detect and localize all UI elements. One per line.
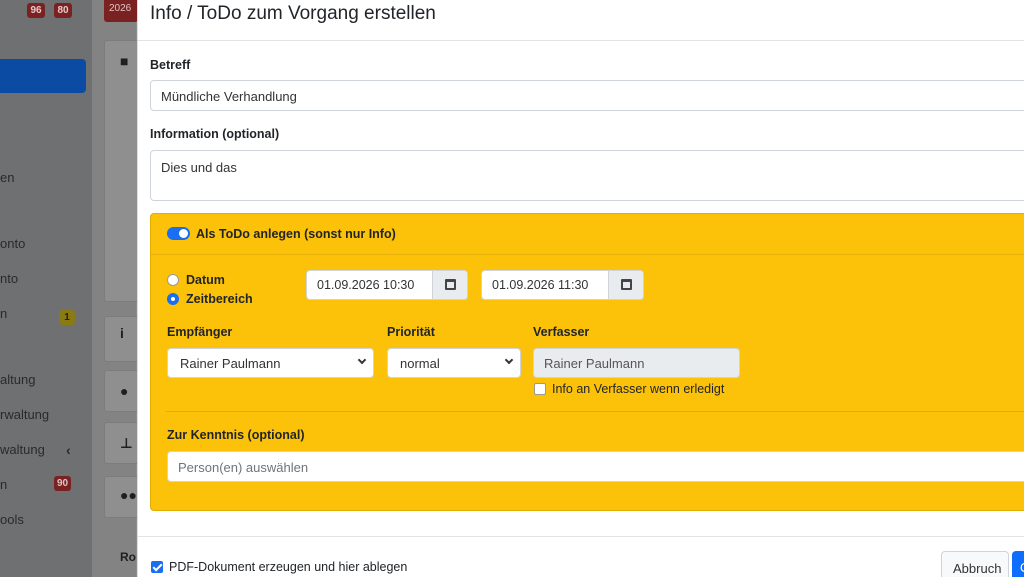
confirm-button[interactable]: O bbox=[1012, 551, 1024, 577]
info-icon: i bbox=[120, 325, 124, 341]
todo-toggle-label: Als ToDo anlegen (sonst nur Info) bbox=[196, 227, 396, 241]
sidebar-item-label: rwaltung bbox=[0, 407, 50, 422]
recipient-label: Empfänger bbox=[167, 325, 233, 339]
cancel-button[interactable]: Abbruch bbox=[941, 551, 1009, 577]
sidebar-item-label: onto bbox=[0, 236, 26, 251]
subject-label: Betreff bbox=[150, 58, 191, 72]
modal-header: Info / ToDo zum Vorgang erstellen bbox=[138, 0, 1024, 41]
info-circle-icon: ● bbox=[120, 383, 129, 399]
background-date-chip: 2026 bbox=[104, 0, 138, 22]
radio-date[interactable] bbox=[167, 274, 179, 286]
chevron-left-icon: ‹ bbox=[66, 442, 71, 458]
pdf-checkbox-label: PDF-Dokument erzeugen und hier ablegen bbox=[169, 560, 408, 574]
users-icon: ●● bbox=[120, 487, 137, 503]
chevron-down-icon bbox=[504, 355, 514, 365]
start-datetime-value: 01.09.2026 10:30 bbox=[317, 278, 415, 292]
background-row-label: Ro bbox=[120, 550, 136, 564]
priority-value: normal bbox=[400, 356, 440, 371]
background-sidebar: 96 80 en onto nto n 1 altung rwaltung wa… bbox=[0, 0, 92, 577]
notify-author-label: Info an Verfasser wenn erledigt bbox=[552, 382, 725, 396]
sidebar-active-item bbox=[0, 59, 86, 93]
sidebar-item-label: nto bbox=[0, 271, 19, 286]
modal-footer: PDF-Dokument erzeugen und hier ablegen A… bbox=[138, 536, 1024, 577]
author-label: Verfasser bbox=[533, 325, 590, 339]
subject-input[interactable]: Mündliche Verhandlung bbox=[150, 80, 1024, 111]
calendar-icon bbox=[621, 279, 632, 290]
cc-placeholder: Person(en) auswählen bbox=[178, 460, 309, 475]
notify-author-checkbox[interactable] bbox=[534, 383, 546, 395]
todo-toggle-switch[interactable] bbox=[167, 227, 190, 240]
start-datetime-field[interactable]: 01.09.2026 10:30 bbox=[306, 270, 468, 300]
sidebar-item-label: ools bbox=[0, 512, 24, 527]
sidebar-item-label: en bbox=[0, 170, 15, 185]
radio-time-range-label: Zeitbereich bbox=[186, 292, 253, 306]
divider bbox=[166, 411, 1024, 412]
start-calendar-button[interactable] bbox=[432, 271, 467, 299]
end-calendar-button[interactable] bbox=[608, 271, 643, 299]
end-datetime-value: 01.09.2026 11:30 bbox=[492, 278, 589, 292]
chevron-down-icon bbox=[357, 355, 367, 365]
sitemap-icon: ⊥ bbox=[120, 435, 133, 451]
cc-person-input[interactable]: Person(en) auswählen bbox=[167, 451, 1024, 482]
calendar-icon bbox=[445, 279, 456, 290]
todo-panel: Als ToDo anlegen (sonst nur Info) Datum … bbox=[150, 213, 1024, 511]
sidebar-item-label: n bbox=[0, 477, 8, 492]
radio-time-range[interactable] bbox=[167, 293, 179, 305]
todo-panel-header: Als ToDo anlegen (sonst nur Info) bbox=[151, 214, 1024, 255]
modal-title: Info / ToDo zum Vorgang erstellen bbox=[150, 3, 436, 24]
priority-select[interactable]: normal bbox=[387, 348, 521, 378]
notification-badge: 96 bbox=[27, 3, 45, 18]
info-value: Dies und das bbox=[161, 160, 237, 175]
priority-label: Priorität bbox=[387, 325, 435, 339]
author-value: Rainer Paulmann bbox=[544, 356, 645, 371]
info-label: Information (optional) bbox=[150, 127, 280, 141]
todo-modal: Info / ToDo zum Vorgang erstellen Betref… bbox=[137, 0, 1024, 577]
notification-badge: 80 bbox=[54, 3, 72, 18]
info-textarea[interactable]: Dies und das bbox=[150, 150, 1024, 201]
cc-label: Zur Kenntnis (optional) bbox=[167, 428, 305, 442]
folder-icon: ■ bbox=[120, 53, 129, 69]
recipient-select[interactable]: Rainer Paulmann bbox=[167, 348, 374, 378]
radio-date-label: Datum bbox=[186, 273, 225, 287]
sidebar-item-label: altung bbox=[0, 372, 36, 387]
sidebar-badge: 90 bbox=[54, 476, 72, 491]
author-field: Rainer Paulmann bbox=[533, 348, 740, 378]
pdf-checkbox[interactable] bbox=[151, 561, 163, 573]
sidebar-badge: 1 bbox=[59, 310, 75, 325]
sidebar-item-label: waltung bbox=[0, 442, 45, 457]
recipient-value: Rainer Paulmann bbox=[180, 356, 281, 371]
sidebar-item-label: n bbox=[0, 306, 8, 321]
subject-value: Mündliche Verhandlung bbox=[161, 89, 297, 104]
end-datetime-field[interactable]: 01.09.2026 11:30 bbox=[481, 270, 644, 300]
